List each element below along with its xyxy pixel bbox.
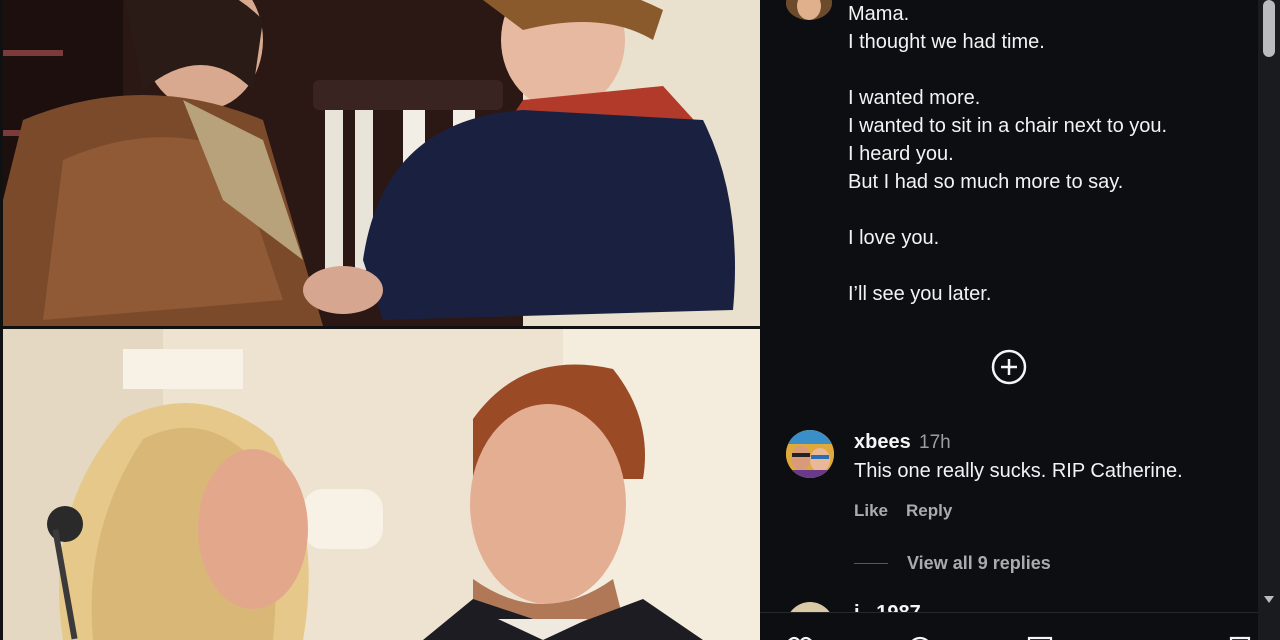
post-photo-top (3, 0, 760, 326)
like-post-button[interactable] (786, 635, 814, 640)
comment-timestamp[interactable]: 17h (919, 432, 951, 454)
post-owner-avatar[interactable] (786, 0, 832, 20)
caption-line: I heard you. (848, 143, 954, 165)
save-post-button[interactable] (1226, 635, 1254, 640)
scrollbar-thumb[interactable] (1263, 0, 1275, 57)
caption-line (848, 196, 1248, 224)
post-caption: Mama. I thought we had time. I wanted mo… (848, 0, 1248, 308)
scroll-down-arrow-icon[interactable] (1263, 592, 1275, 604)
share-post-button[interactable] (1026, 635, 1054, 640)
post-action-bar (760, 612, 1260, 640)
plus-circle-icon (991, 349, 1027, 385)
caption-line: But I had so much more to say. (848, 171, 1124, 193)
comment-username[interactable]: xbees (854, 431, 911, 454)
share-icon (1027, 636, 1053, 640)
caption-line: I’ll see you later. (848, 283, 992, 305)
comment-like-button[interactable]: Like (854, 501, 888, 521)
load-more-comments-button[interactable] (991, 349, 1027, 385)
commenter-avatar[interactable] (786, 602, 834, 612)
replies-divider (854, 563, 888, 564)
comment-text: This one really sucks. RIP Catherine. (854, 460, 1183, 482)
instagram-post-view: Mama. I thought we had time. I wanted mo… (0, 0, 1280, 640)
panel-scrollbar[interactable] (1258, 0, 1280, 640)
caption-line (848, 56, 1248, 84)
caption-line: I thought we had time. (848, 31, 1045, 53)
comment-username[interactable]: j...1987 (854, 602, 921, 612)
comment-icon (911, 636, 929, 640)
caption-line: I wanted more. (848, 87, 981, 109)
caption-line: I wanted to sit in a chair next to you. (848, 115, 1168, 137)
post-sidebar: Mama. I thought we had time. I wanted mo… (760, 0, 1280, 640)
caption-line: Mama. (848, 3, 910, 25)
caption-line: I love you. (848, 227, 940, 249)
comment-item: j...1987 (786, 600, 1266, 612)
view-replies-button[interactable]: View all 9 replies (907, 553, 1051, 574)
comment-reply-button[interactable]: Reply (906, 501, 952, 521)
post-media[interactable] (0, 0, 760, 640)
caption-line (848, 252, 1248, 280)
post-photo-bottom (3, 329, 760, 640)
commenter-avatar[interactable] (786, 430, 834, 478)
heart-icon (788, 636, 812, 640)
bookmark-icon (1229, 636, 1251, 640)
comment-post-button[interactable] (906, 635, 934, 640)
